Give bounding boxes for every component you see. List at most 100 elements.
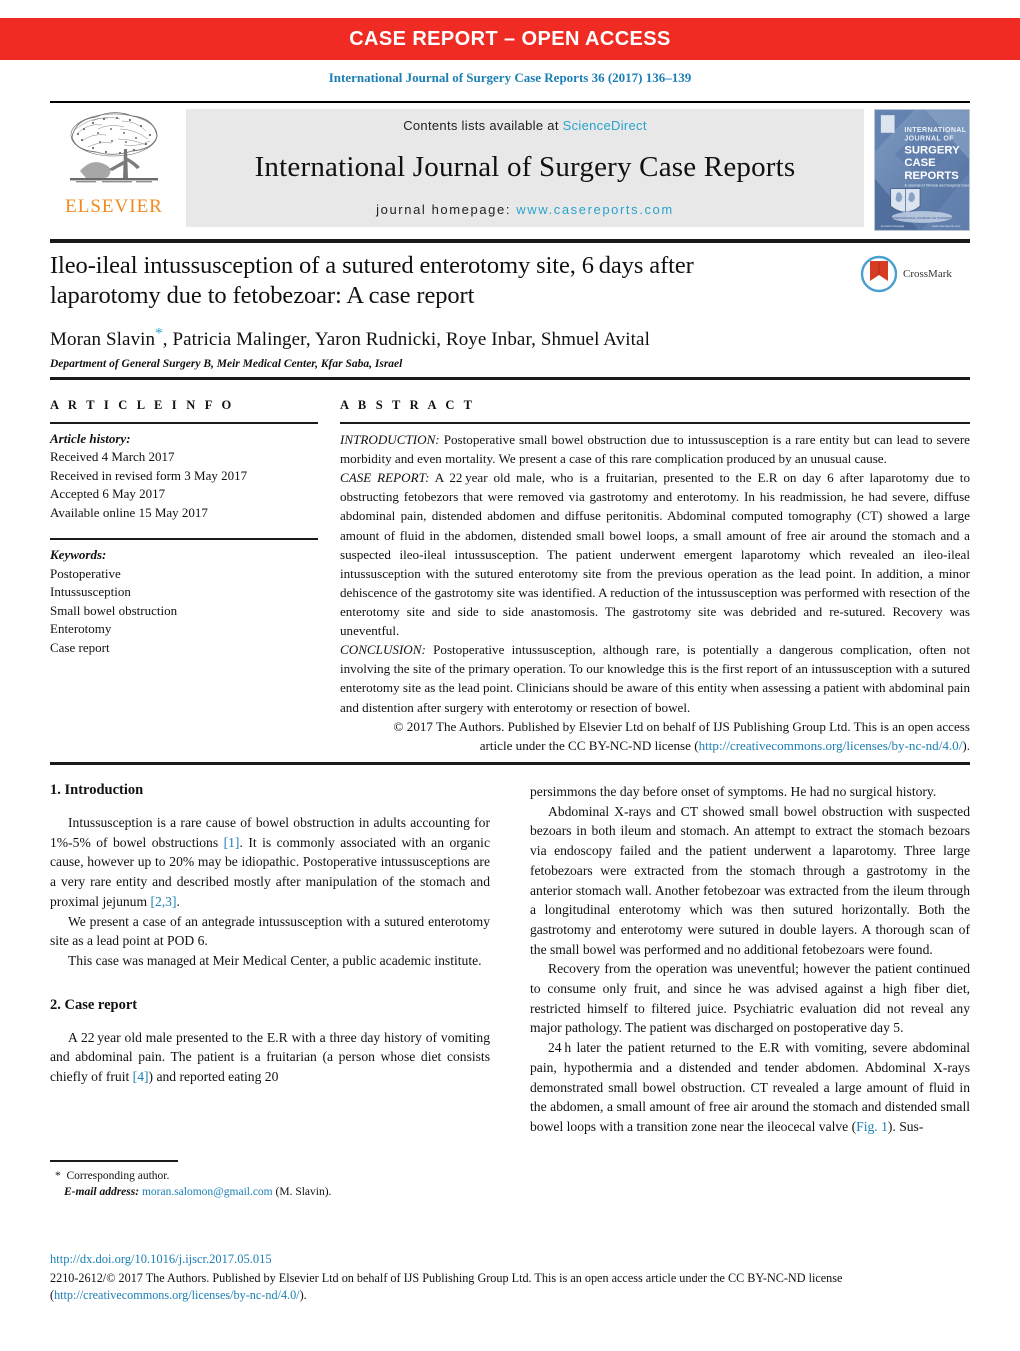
history-item: Received 4 March 2017: [50, 449, 175, 465]
body-region: 1. Introduction Intussusception is a rar…: [50, 782, 970, 1137]
corresponding-author-line: * Corresponding author.: [50, 1168, 490, 1185]
keywords-block: Keywords: Postoperative Intussusception …: [50, 546, 318, 657]
abstract-bottom-rule: [50, 762, 970, 765]
paragraph: Abdominal X-rays and CT showed small bow…: [530, 803, 970, 957]
svg-text:SURGERY: SURGERY: [904, 144, 960, 156]
elsevier-logo-block: ELSEVIER: [50, 107, 178, 218]
sciencedirect-link[interactable]: ScienceDirect: [563, 118, 647, 133]
keyword-item: Enterotomy: [50, 621, 112, 637]
doi-link[interactable]: http://dx.doi.org/10.1016/j.ijscr.2017.0…: [50, 1252, 970, 1267]
running-head: International Journal of Surgery Case Re…: [328, 70, 692, 85]
title-top-rule: [50, 239, 970, 243]
figure-ref[interactable]: Fig. 1: [856, 1119, 888, 1134]
footnote-marker: *: [55, 1169, 61, 1182]
contents-prefix: Contents lists available at: [403, 118, 559, 133]
journal-masthead: ELSEVIER Contents lists available at Sci…: [50, 101, 970, 231]
open-access-banner-text: CASE REPORT – OPEN ACCESS: [349, 27, 671, 50]
open-access-banner: CASE REPORT – OPEN ACCESS: [0, 18, 1020, 60]
article-history-label: Article history:: [50, 431, 131, 446]
footer-cc-license-link[interactable]: http://creativecommons.org/licenses/by-n…: [54, 1288, 300, 1302]
abstract-introduction-label: INTRODUCTION:: [340, 432, 440, 447]
body-left-column: 1. Introduction Intussusception is a rar…: [50, 782, 490, 1137]
article-info-rule: [50, 422, 318, 424]
section-heading-case-report: 2. Case report: [50, 996, 138, 1013]
abstract-case-report-text: A 22 year old male, who is a fruitarian,…: [340, 470, 970, 639]
abstract-rule: [340, 422, 970, 424]
abstract-conclusion: CONCLUSION: Postoperative intussusceptio…: [340, 640, 970, 716]
elsevier-tree-icon: [70, 112, 158, 183]
title-block: Ileo-ileal intussusception of a sutured …: [50, 251, 970, 370]
text-run: ). Sus-: [887, 1118, 924, 1134]
citation-ref[interactable]: [4]: [133, 1069, 149, 1084]
paragraph: We present a case of an antegrade intuss…: [50, 913, 490, 949]
paragraph: This case was managed at Meir Medical Ce…: [68, 952, 482, 968]
history-item: Available online 15 May 2017: [50, 504, 208, 520]
abstract-case-report: CASE REPORT: A 22 year old male, who is …: [340, 468, 970, 640]
svg-text:INTERNATIONAL: INTERNATIONAL: [904, 127, 966, 134]
journal-title: International Journal of Surgery Case Re…: [254, 151, 796, 183]
abstract-conclusion-label: CONCLUSION:: [340, 642, 426, 658]
svg-text:REPORTS: REPORTS: [904, 170, 959, 182]
corresponding-author-marker: *: [155, 325, 163, 342]
abstract-top-rule: [50, 377, 970, 380]
corresponding-author-footnote: * Corresponding author. E-mail address: …: [50, 1160, 490, 1201]
footer-copyright: 2210-2612/© 2017 The Authors. Published …: [50, 1270, 970, 1305]
article-info-heading: A R T I C L E I N F O: [50, 398, 235, 412]
author-names: Moran Slavin*, Patricia Malinger, Yaron …: [50, 325, 650, 351]
keyword-item: Small bowel obstruction: [50, 602, 178, 618]
paragraph: persimmons the day before onset of sympt…: [530, 784, 937, 799]
journal-homepage-line: journal homepage: www.casereports.com: [376, 202, 674, 217]
abstract-case-report-label: CASE REPORT:: [340, 470, 430, 486]
footnote-rule: [50, 1160, 178, 1162]
text-run: .: [176, 893, 180, 909]
svg-text:INTERNATIONAL JOURNAL OF SURGE: INTERNATIONAL JOURNAL OF SURGERY: [891, 216, 953, 220]
elsevier-wordmark: ELSEVIER: [65, 196, 163, 217]
citation-ref[interactable]: [2,3]: [150, 894, 176, 909]
info-abstract-region: A R T I C L E I N F O Article history: R…: [50, 398, 970, 755]
email-owner-text: (M. Slavin).: [275, 1186, 332, 1199]
footer-copyright-suffix: ).: [299, 1288, 307, 1303]
body-right-column: persimmons the day before onset of sympt…: [530, 782, 970, 1137]
history-item: Received in revised form 3 May 2017: [50, 467, 248, 483]
email-link[interactable]: moran.salomon@gmail.com: [142, 1186, 273, 1198]
abstract-conclusion-text: Postoperative intussusception, although …: [340, 642, 970, 715]
crossmark-label: CrossMark: [903, 268, 952, 280]
article-history-block: Article history: Received 4 March 2017 R…: [50, 430, 318, 522]
author-list: Moran Slavin*, Patricia Malinger, Yaron …: [50, 326, 970, 351]
journal-homepage-link[interactable]: www.casereports.com: [516, 202, 674, 217]
svg-text:JOURNAL OF: JOURNAL OF: [904, 136, 954, 143]
cc-license-link[interactable]: http://creativecommons.org/licenses/by-n…: [699, 738, 963, 753]
abstract-introduction: INTRODUCTION: Postoperative small bowel …: [340, 430, 970, 468]
citation-ref[interactable]: [1]: [224, 835, 240, 850]
keyword-item: Intussusception: [50, 584, 131, 600]
abstract-copyright: © 2017 The Authors. Published by Elsevie…: [340, 717, 970, 755]
text-run: ) and reported eating 20: [148, 1069, 279, 1085]
paragraph: A 22 year old male presented to the E.R …: [50, 1028, 490, 1087]
keywords-label: Keywords:: [50, 547, 107, 563]
journal-cover-art: INTERNATIONAL JOURNAL OF SURGERY CASE RE…: [875, 110, 969, 230]
crossmark-badge[interactable]: CrossMark: [860, 255, 970, 293]
article-info-column: A R T I C L E I N F O Article history: R…: [50, 398, 318, 755]
abstract-heading: A B S T R A C T: [340, 398, 476, 412]
journal-cover-thumbnail: INTERNATIONAL JOURNAL OF SURGERY CASE RE…: [874, 109, 970, 231]
email-label: E-mail address:: [64, 1186, 140, 1199]
journal-band: Contents lists available at ScienceDirec…: [186, 109, 864, 227]
email-line: E-mail address: moran.salomon@gmail.com …: [50, 1184, 490, 1201]
crossmark-icon: [860, 255, 898, 293]
corresponding-author-text: Corresponding author.: [66, 1169, 170, 1182]
homepage-prefix: journal homepage:: [376, 202, 512, 217]
section-heading-introduction: 1. Introduction: [50, 782, 144, 798]
svg-text:www.casereports.com: www.casereports.com: [932, 224, 961, 228]
history-item: Accepted 6 May 2017: [50, 486, 166, 502]
page-footer: http://dx.doi.org/10.1016/j.ijscr.2017.0…: [50, 1252, 970, 1305]
svg-text:CASE: CASE: [904, 157, 936, 169]
paragraph: Intussusception is a rare cause of bowel…: [50, 813, 490, 912]
contents-line: Contents lists available at ScienceDirec…: [403, 118, 647, 133]
page-title: Ileo-ileal intussusception of a sutured …: [50, 252, 694, 309]
svg-text:A Journal of Clinical and Surg: A Journal of Clinical and Surgical Cases: [904, 184, 969, 188]
svg-text:journal homepage: journal homepage: [880, 224, 905, 228]
abstract-copyright-suffix: ).: [962, 737, 970, 753]
keyword-item: Postoperative: [50, 565, 121, 581]
paragraph: Recovery from the operation was uneventf…: [530, 961, 970, 1036]
keywords-rule: [50, 538, 318, 541]
